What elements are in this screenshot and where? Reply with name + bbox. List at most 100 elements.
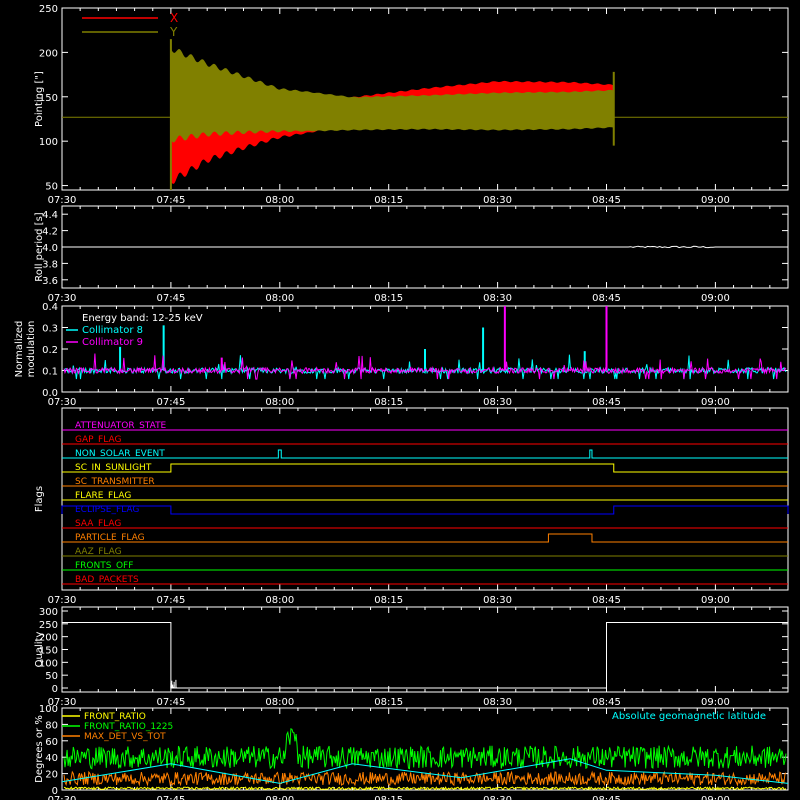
y-tick-label: 4.0 [42,243,58,254]
y-axis-label: modulation [26,321,37,378]
y-tick-label: 200 [39,633,58,644]
series-front_ratio_1225 [63,728,787,770]
legend-label: Collimator 9 [82,337,143,348]
x-tick-label: 07:45 [156,397,185,408]
x-tick-label: 07:45 [156,595,185,606]
x-tick-label: 08:30 [483,595,512,606]
panel-0: 07:30 07:45 08:00 08:15 08:30 08:45 09:00Point… [34,4,789,206]
y-tick-label: 300 [39,607,58,618]
rhessi-quicklook-chart: 07:30 07:45 08:00 08:15 08:30 08:45 09:00Point… [14,4,789,800]
y-tick-label: 250 [39,620,58,631]
y-tick-label: 40 [45,753,58,764]
y-tick-label: 4.4 [42,210,58,221]
panel-2: 07:30 07:45 08:00 08:15 08:30 08:45 09:00Norma… [14,302,789,408]
y-tick-label: 0.0 [42,388,58,399]
legend-label-y: Y [169,25,178,39]
x-tick-label: 08:15 [374,293,403,304]
y-tick-label: 80 [45,720,58,731]
x-tick-label: 09:00 [701,697,730,708]
y-tick-label: 150 [39,93,58,104]
energy-band-label: Energy band: 12-25 keV [82,313,203,324]
x-tick-label: 08:00 [265,397,294,408]
x-tick-label: 09:00 [701,595,730,606]
y-tick-label: 200 [39,48,58,59]
y-tick-label: 4.2 [42,227,58,238]
y-tick-label: 20 [45,770,58,781]
x-tick-label: 08:30 [483,697,512,708]
x-tick-label: 07:45 [156,293,185,304]
panel-3: 07:30 07:45 08:00 08:15 08:30 08:45 09:00 Flags… [34,407,789,606]
y-tick-label: 100 [39,704,58,715]
flag-line-eclipse_flag [61,505,789,515]
y-axis-label: Normalized [14,321,25,378]
panel-frame [61,407,789,591]
y-tick-label: 0.4 [42,302,58,313]
panel-5: 07:3007:4508:0008:1508:3008:4509:00Degre… [34,704,789,800]
panel-4: 07:30 07:45 08:00 08:15 08:30 08:45 09:00Quali… [34,606,789,708]
x-tick-label: 08:45 [592,595,621,606]
flag-label-flare_flag: FLARE_FLAG [75,491,131,501]
flag-label-non_solar_event: NON_SOLAR_EVENT [75,449,165,459]
x-tick-label: 09:00 [701,195,730,206]
flag-label-sc_in_sunlight: SC_IN_SUNLIGHT [75,463,152,473]
x-tick-label: 08:00 [265,595,294,606]
x-tick-label: 08:15 [374,195,403,206]
flag-label-fronts_off: FRONTS_OFF [75,561,133,571]
flag-label-gap_flag: GAP_FLAG [75,435,121,445]
legend-label: FRONT_RATIO [84,712,146,722]
x-tick-label: 08:30 [483,795,512,800]
legend-label-x: X [170,11,178,25]
flag-label-saa_flag: SAA_FLAG [75,519,121,529]
flag-label-particle_flag: PARTICLE_FLAG [75,533,145,543]
x-tick-label: 08:15 [374,397,403,408]
x-tick-label: 08:00 [265,195,294,206]
flag-label-attenuator_state: ATTENUATOR_STATE [75,421,167,431]
panel-1: 07:30 07:45 08:00 08:15 08:30 08:45 09:00Roll … [34,205,789,304]
x-tick-label: 08:45 [592,397,621,408]
roll-period-line [62,245,788,249]
x-tick-label: 09:00 [701,397,730,408]
x-tick-label: 08:00 [265,697,294,708]
latitude-label: Absolute geomagnetic latitude [612,711,766,722]
x-tick-label: 07:45 [156,795,185,800]
x-tick-label: 07:30 [48,595,77,606]
quality-line [62,622,788,689]
x-tick-label: 08:30 [483,293,512,304]
legend-label: FRONT_RATIO_1225 [84,722,173,732]
y-axis-label: Degrees or % [34,715,45,783]
x-tick-label: 07:45 [156,697,185,708]
x-tick-label: 09:00 [701,795,730,800]
x-tick-label: 08:45 [592,795,621,800]
y-tick-label: 100 [39,658,58,669]
x-tick-label: 08:00 [265,293,294,304]
y-tick-label: 100 [39,137,58,148]
y-axis-label: Flags [34,486,45,512]
legend-label: Collimator 8 [82,325,143,336]
x-tick-label: 08:30 [483,397,512,408]
x-tick-label: 08:00 [265,795,294,800]
y-tick-label: 60 [45,737,58,748]
x-tick-label: 08:45 [592,697,621,708]
x-tick-label: 08:15 [374,595,403,606]
flag-label-eclipse_flag: ECLIPSE_FLAG [75,505,139,515]
x-tick-label: 08:30 [483,195,512,206]
x-tick-label: 07:45 [156,195,185,206]
y-tick-label: 3.6 [42,276,58,287]
x-tick-label: 07:30 [48,195,77,206]
y-tick-label: 0.1 [42,367,58,378]
y-tick-label: 50 [45,671,58,682]
x-tick-label: 08:15 [374,697,403,708]
flag-label-aaz_flag: AAZ_FLAG [75,547,122,557]
legend-label: MAX_DET_VS_TOT [84,732,166,742]
y-tick-label: 0.3 [42,324,58,335]
flag-line-sc_in_sunlight [62,463,788,473]
flag-label-sc_transmitter: SC_TRANSMITTER [75,477,155,487]
flag-label-bad_packets: BAD_PACKETS [75,575,139,585]
y-tick-label: 250 [39,4,58,15]
x-tick-label: 09:00 [701,293,730,304]
y-tick-label: 0 [52,786,58,797]
flag-line-particle_flag [62,533,788,543]
x-tick-label: 08:45 [592,293,621,304]
x-tick-label: 08:15 [374,795,403,800]
x-tick-label: 08:45 [592,195,621,206]
